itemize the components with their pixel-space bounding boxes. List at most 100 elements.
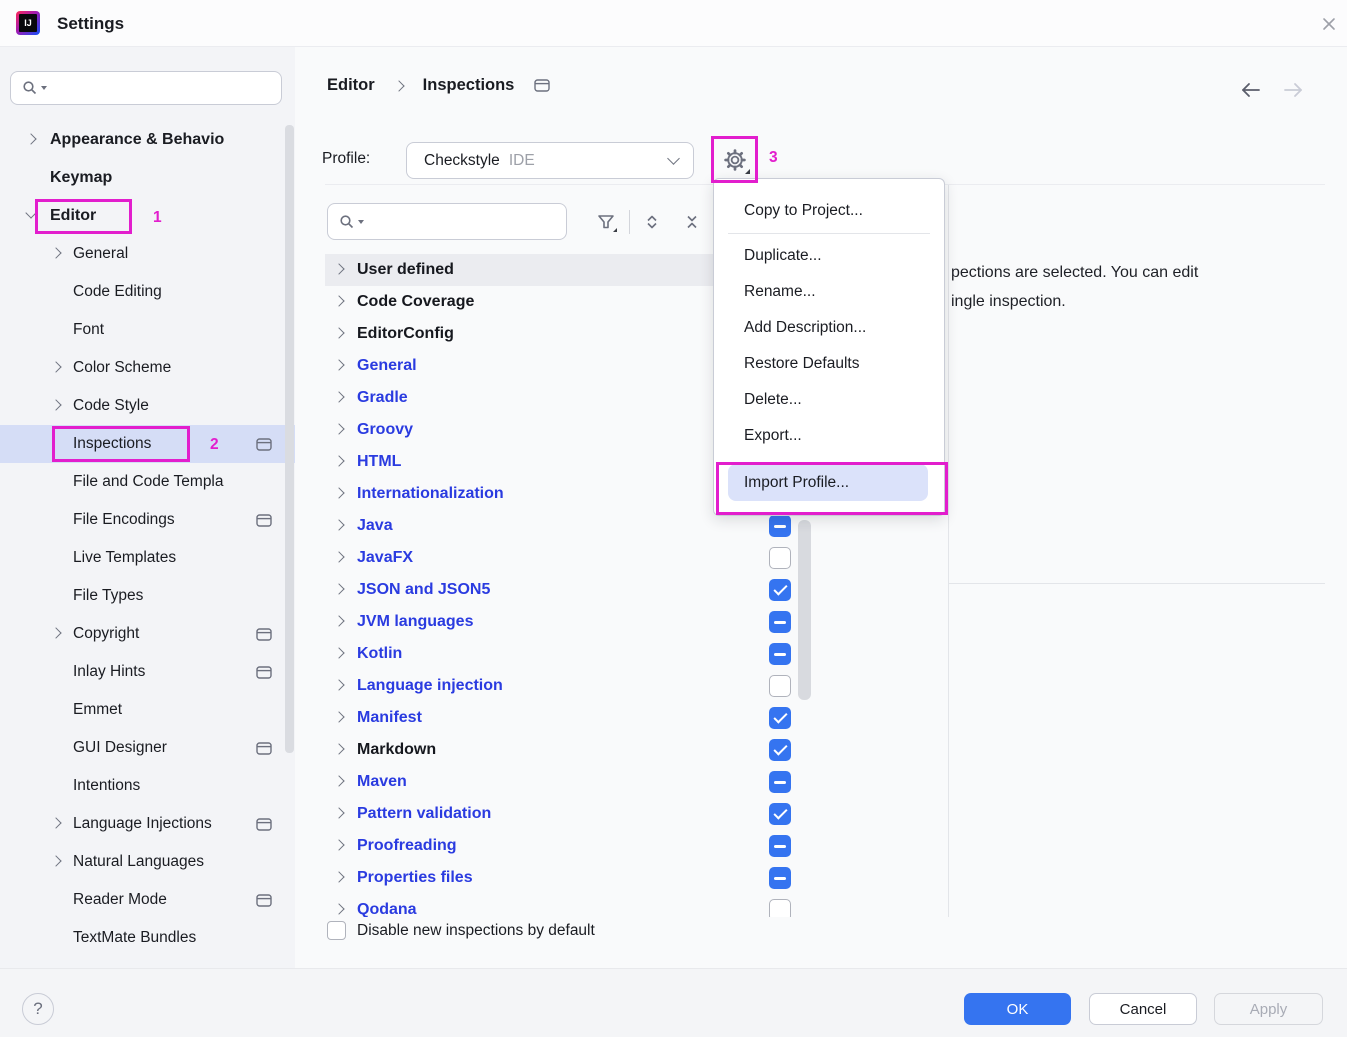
chevron-right-icon [333, 743, 344, 754]
inspection-checkbox[interactable] [769, 835, 791, 857]
inspection-checkbox[interactable] [769, 515, 791, 537]
sidebar-item[interactable]: General [0, 235, 295, 273]
sidebar-item[interactable]: Inspections [0, 425, 295, 463]
chevron-icon [25, 207, 36, 218]
sidebar-item[interactable]: TextMate Bundles [0, 919, 295, 957]
inspection-category-row[interactable]: JSON and JSON5 [325, 574, 812, 606]
inspection-category-row[interactable]: Markdown [325, 734, 812, 766]
sidebar-item[interactable]: Font [0, 311, 295, 349]
inspections-search-input[interactable] [367, 209, 566, 235]
inspection-checkbox[interactable] [769, 707, 791, 729]
settings-dialog: IJ Settings Appearance & Behavio [0, 0, 1347, 1037]
inspection-checkbox[interactable] [769, 611, 791, 633]
profile-dropdown[interactable]: Checkstyle IDE [406, 142, 694, 179]
inspections-scrollbar[interactable] [798, 520, 811, 700]
sidebar-search[interactable] [10, 71, 282, 105]
sidebar-item[interactable]: Reader Mode [0, 881, 295, 919]
menu-item[interactable]: Copy to Project... [714, 193, 944, 229]
close-icon[interactable] [1320, 15, 1338, 33]
annotation-label-3: 3 [769, 149, 778, 167]
inspection-category-row[interactable]: Proofreading [325, 830, 812, 862]
chevron-right-icon [393, 80, 404, 91]
chevron-right-icon [333, 551, 344, 562]
help-button[interactable]: ? [22, 993, 54, 1025]
disable-new-inspections-checkbox[interactable] [327, 921, 346, 940]
menu-item-import-profile[interactable]: Import Profile... [728, 464, 928, 501]
inspection-checkbox[interactable] [769, 643, 791, 665]
inspection-checkbox[interactable] [769, 579, 791, 601]
sidebar-item[interactable]: GUI Designer [0, 729, 295, 767]
disable-new-inspections-row: Disable new inspections by default [327, 921, 595, 940]
sidebar-item[interactable]: Emmet [0, 691, 295, 729]
collapse-all-icon[interactable] [678, 208, 706, 236]
breadcrumb-editor[interactable]: Editor [327, 76, 375, 95]
menu-item[interactable]: Duplicate... [714, 238, 944, 274]
inspection-category-row[interactable]: Kotlin [325, 638, 812, 670]
sidebar-item[interactable]: Keymap [0, 159, 295, 197]
sidebar-tree: Appearance & Behavio Keymap Editor [0, 121, 295, 968]
inspection-checkbox[interactable] [769, 739, 791, 761]
sidebar-item[interactable]: Inlay Hints [0, 653, 295, 691]
panel-divider [948, 185, 949, 917]
chevron-right-icon [333, 423, 344, 434]
menu-item[interactable]: Add Description... [714, 310, 944, 346]
window-icon [256, 628, 272, 641]
toolbar-separator [629, 210, 630, 234]
sidebar-item[interactable]: Editor [0, 197, 295, 235]
sidebar-item[interactable]: Language Injections [0, 805, 295, 843]
sidebar-item[interactable]: Color Scheme [0, 349, 295, 387]
sidebar-item[interactable]: Copyright [0, 615, 295, 653]
sidebar-scrollbar[interactable] [285, 125, 294, 753]
inspection-description-text: pections are selected. You can edit ingl… [951, 258, 1198, 316]
inspection-category-row[interactable]: Properties files [325, 862, 812, 894]
back-arrow-icon[interactable] [1240, 82, 1262, 98]
inspection-category-row[interactable]: JavaFX [325, 542, 812, 574]
chevron-right-icon [333, 647, 344, 658]
profile-actions-gear-icon[interactable] [713, 138, 757, 182]
sidebar-item[interactable]: Intentions [0, 767, 295, 805]
sidebar-item[interactable]: Code Style [0, 387, 295, 425]
inspection-checkbox[interactable] [769, 899, 791, 917]
forward-arrow-icon[interactable] [1282, 82, 1304, 98]
chevron-right-icon [333, 839, 344, 850]
inspection-checkbox[interactable] [769, 803, 791, 825]
inspection-checkbox[interactable] [769, 771, 791, 793]
menu-item[interactable]: Restore Defaults [714, 346, 944, 382]
window-icon [256, 438, 272, 451]
sidebar-item[interactable]: TODO [0, 957, 295, 968]
menu-item[interactable]: Delete... [714, 382, 944, 418]
inspection-category-row[interactable]: Manifest [325, 702, 812, 734]
sidebar-item[interactable]: Natural Languages [0, 843, 295, 881]
sidebar-item[interactable]: File Types [0, 577, 295, 615]
chevron-right-icon [333, 391, 344, 402]
sidebar-search-input[interactable] [50, 75, 281, 101]
chevron-right-icon [333, 807, 344, 818]
inspection-category-row[interactable]: JVM languages [325, 606, 812, 638]
sidebar-item[interactable]: Live Templates [0, 539, 295, 577]
inspection-checkbox[interactable] [769, 547, 791, 569]
inspection-category-row[interactable]: Maven [325, 766, 812, 798]
chevron-icon [50, 247, 61, 258]
cancel-button[interactable]: Cancel [1089, 993, 1197, 1025]
inspection-category-row[interactable]: Language injection [325, 670, 812, 702]
inspection-checkbox[interactable] [769, 867, 791, 889]
chevron-right-icon [333, 679, 344, 690]
sidebar-item[interactable]: File Encodings [0, 501, 295, 539]
sidebar-item[interactable]: Code Editing [0, 273, 295, 311]
ok-button[interactable]: OK [964, 993, 1071, 1025]
menu-item[interactable]: Rename... [714, 274, 944, 310]
sidebar-item[interactable]: Appearance & Behavio [0, 121, 295, 159]
chevron-icon [50, 817, 61, 828]
inspection-checkbox[interactable] [769, 675, 791, 697]
expand-all-icon[interactable] [638, 208, 666, 236]
menu-item[interactable]: Export... [714, 418, 944, 454]
inspection-category-row[interactable]: Pattern validation [325, 798, 812, 830]
profile-label: Profile: [322, 150, 370, 168]
dropdown-caret-icon [745, 169, 750, 174]
inspection-category-row[interactable]: Qodana [325, 894, 812, 917]
filter-icon[interactable] [592, 208, 620, 236]
chevron-right-icon [333, 711, 344, 722]
inspections-search[interactable] [327, 203, 567, 240]
sidebar-item[interactable]: File and Code Templa [0, 463, 295, 501]
window-icon [256, 666, 272, 679]
